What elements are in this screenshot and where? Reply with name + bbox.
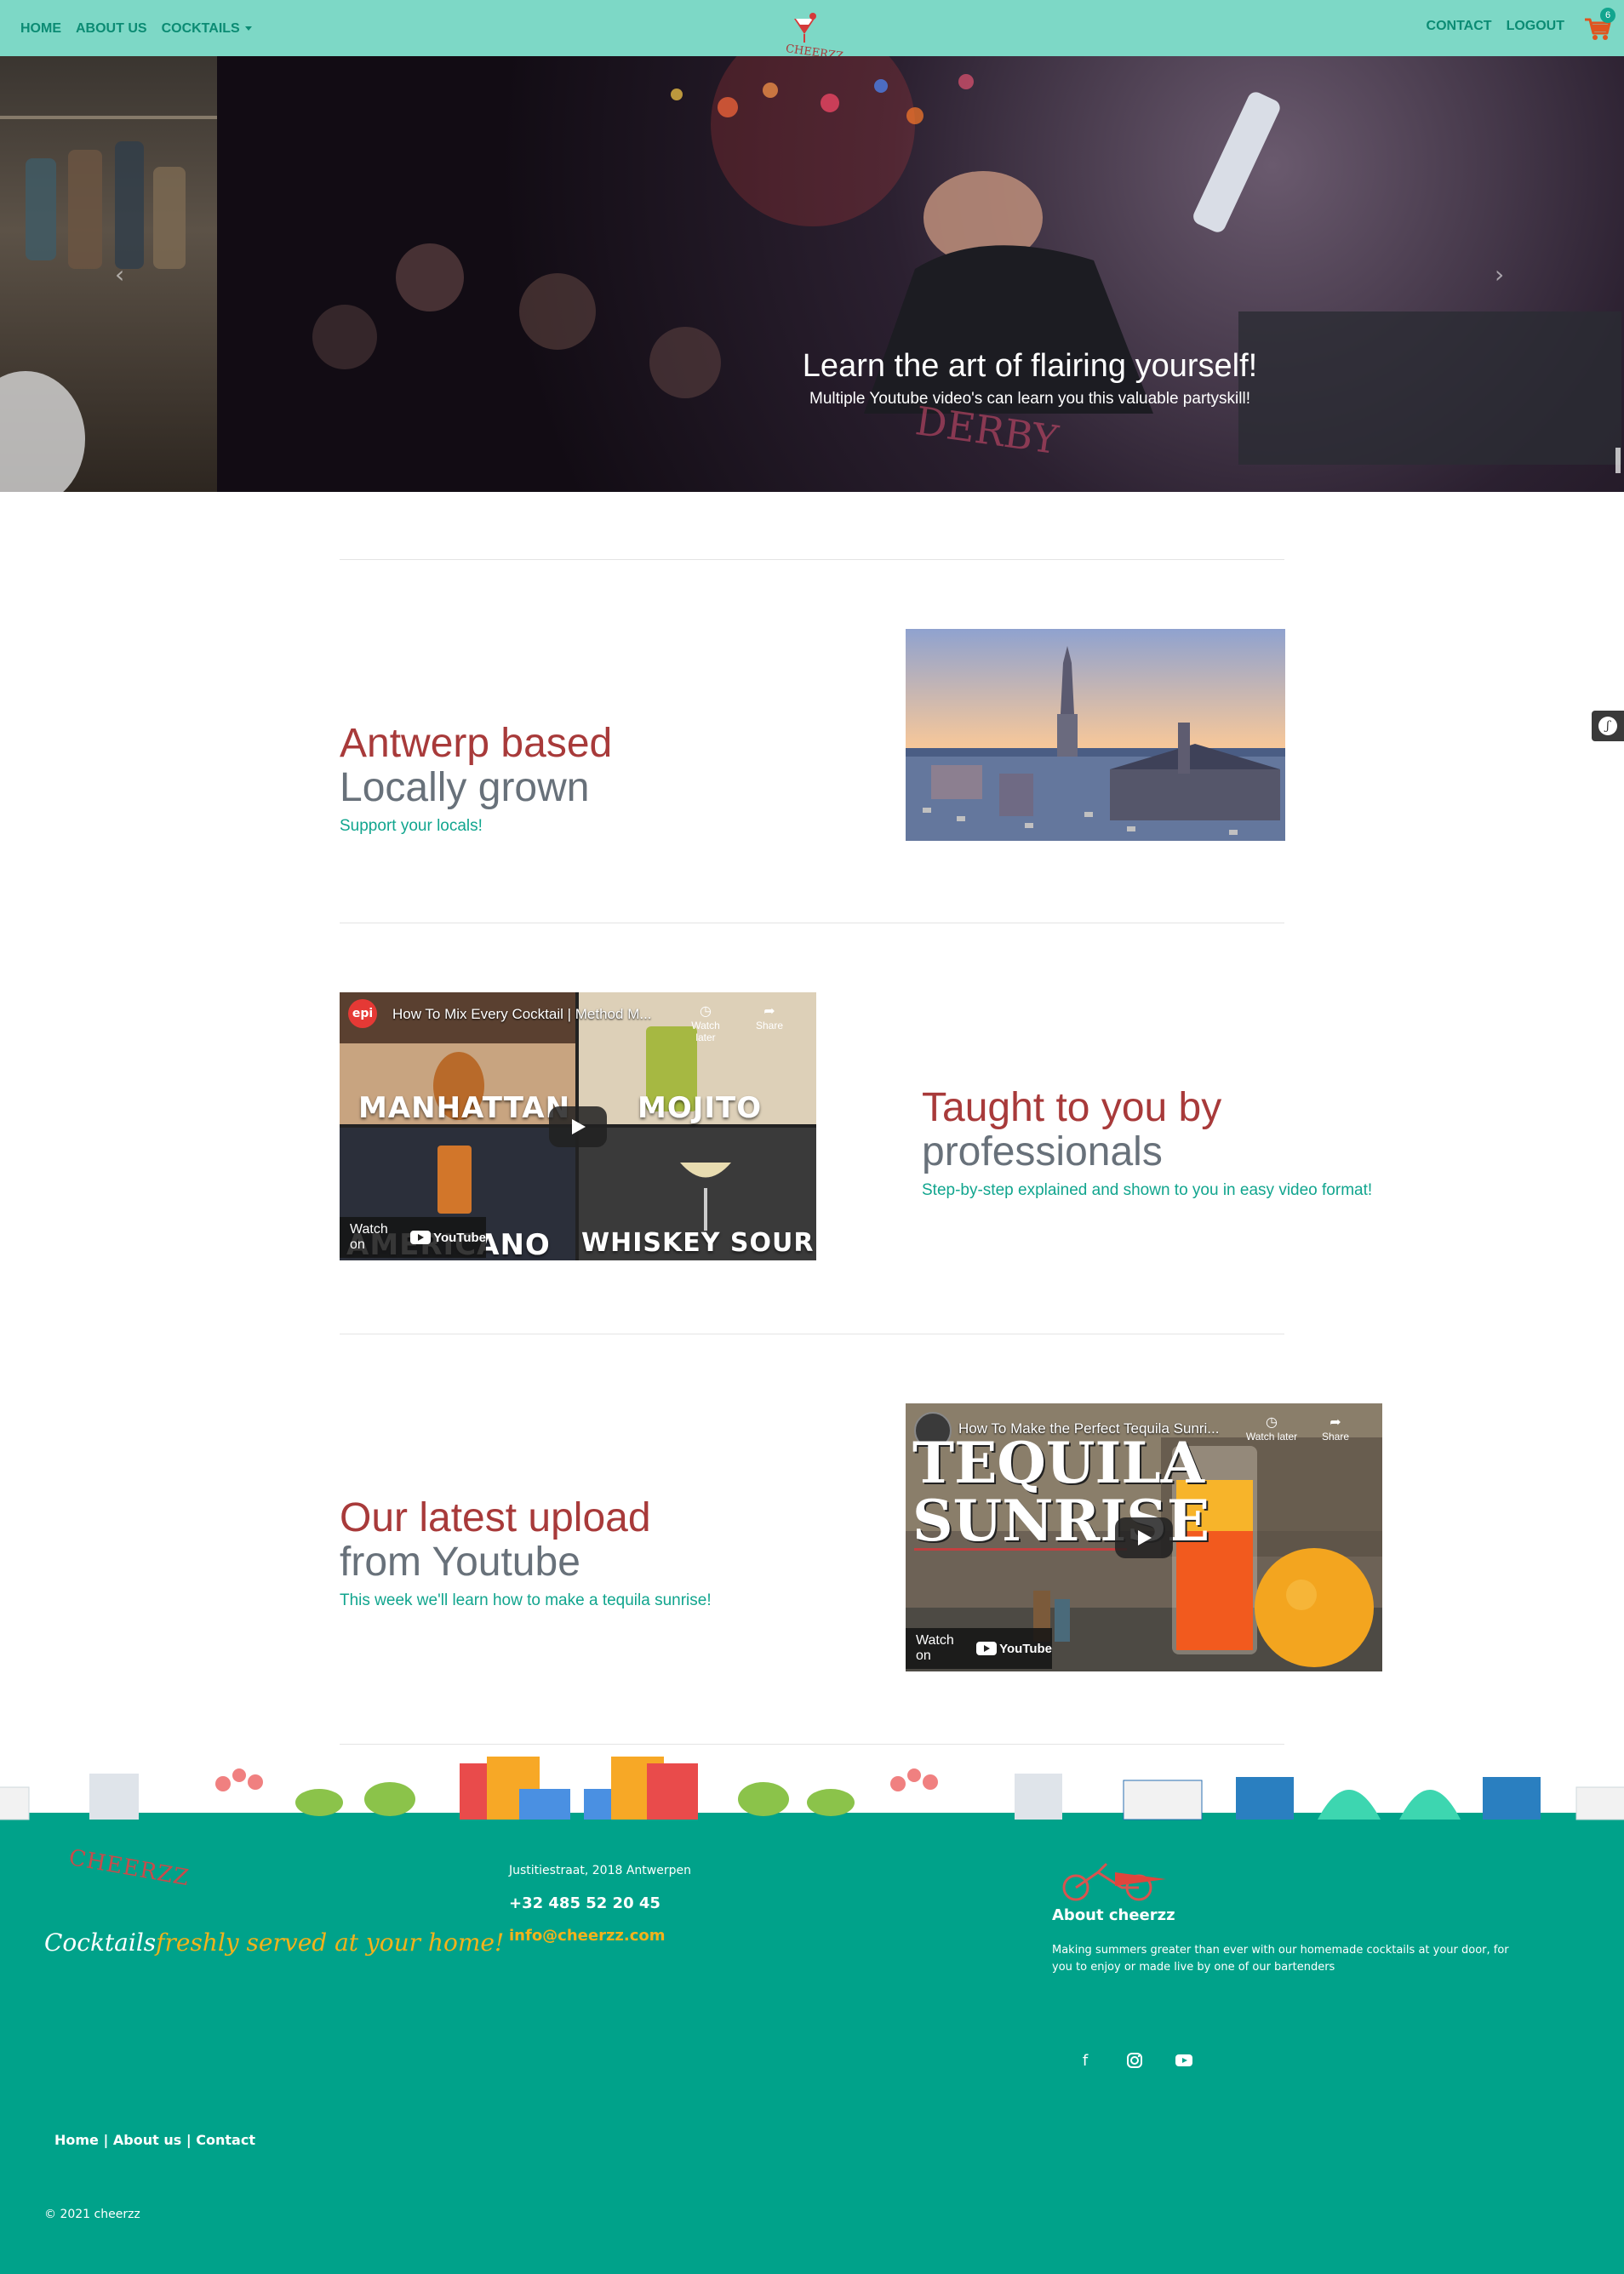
latest-upload-subtitle: from Youtube [340,1540,580,1585]
separator: | [186,2132,197,2148]
share-label: Share [1321,1431,1350,1443]
hero-title: Learn the art of flairing yourself! [802,348,1258,384]
hero-carousel: DERBY ‹ › Learn the art of flairing your… [0,56,1624,492]
about-title: About cheerzz [1052,1906,1175,1924]
footer-link-about-us[interactable]: About us [113,2132,181,2148]
hero-caption: Learn the art of flairing yourself! Mult… [766,346,1294,409]
carousel-next-button[interactable]: › [1495,260,1512,289]
nav-right: CONTACT LOGOUT [1427,19,1564,34]
facebook-icon[interactable]: f [1076,2051,1095,2070]
youtube-icon[interactable] [1175,2051,1193,2070]
clock-icon: ◷ [1266,1415,1278,1430]
footer-links: Home | About us | Contact [54,2132,255,2148]
footer-link-contact[interactable]: Contact [196,2132,255,2148]
cocktail-video-embed[interactable]: MANHATTAN MOJITO AMERICANO WHISKEY SOUR … [340,992,816,1260]
latest-upload-tagline: This week we'll learn how to make a tequ… [340,1591,712,1609]
clock-icon: ◷ [700,1004,712,1019]
watch-on-youtube-button[interactable]: Watch on YouTube [340,1217,486,1258]
nav-cocktails-label: COCKTAILS [161,21,240,36]
instagram-icon[interactable] [1125,2051,1144,2070]
footer-link-home[interactable]: Home [54,2132,99,2148]
nav-contact[interactable]: CONTACT [1427,19,1492,34]
brand-logo[interactable]: CHEERZZ [779,9,847,56]
bicycle-icon [1062,1862,1166,1901]
tequila-sunrise-video-embed[interactable]: How To Make the Perfect Tequila Sunri...… [906,1403,1382,1671]
watch-on-youtube-button[interactable]: Watch on YouTube [906,1628,1052,1669]
nav-logout[interactable]: LOGOUT [1507,19,1564,34]
professionals-title: Taught to you by [922,1085,1222,1130]
social-links: f [1076,2051,1193,2070]
svg-text:CHEERZZ: CHEERZZ [785,43,844,56]
cityscape-illustration [0,1751,1624,1837]
share-button[interactable]: ➦ Share [748,1003,791,1031]
chevron-right-icon: › [1495,260,1505,289]
nav-about-us[interactable]: ABOUT US [76,21,147,37]
watch-later-label: Watch later [1245,1431,1298,1443]
video-title[interactable]: How To Mix Every Cocktail | Method M... [392,1006,652,1023]
divider [340,1744,1284,1745]
antwerp-tagline: Support your locals! [340,817,483,835]
channel-avatar[interactable]: epi [348,999,377,1028]
antwerp-section-text: Antwerp based Locally grown Support your… [340,722,612,836]
antwerp-title: Antwerp based [340,721,613,766]
cart-button[interactable]: 6 [1583,8,1615,42]
tile-label: MANHATTAN [358,1091,571,1125]
professionals-tagline: Step-by-step explained and shown to you … [922,1181,1373,1199]
share-label: Share [755,1020,784,1031]
watch-later-button[interactable]: ◷ Watch later [1239,1414,1304,1443]
latest-upload-section-text: Our latest upload from Youtube This week… [340,1496,712,1610]
footer-phone: +32 485 52 20 45 [509,1894,660,1912]
professionals-subtitle: professionals [922,1129,1163,1174]
side-widget-button[interactable]: ʃ [1592,711,1624,741]
footer-tagline: Cocktailsfreshly served at your home! [44,1928,505,1957]
latest-upload-title: Our latest upload [340,1495,651,1540]
divider [340,559,1284,560]
hero-subtitle: Multiple Youtube video's can learn you t… [809,390,1250,408]
footer-logo[interactable]: CHEERZZ [66,1845,191,1891]
cocktail-logo-icon: CHEERZZ [785,13,844,56]
footer-address: Justitiestraat, 2018 Antwerpen [509,1864,691,1877]
youtube-logo: YouTube [410,1231,486,1245]
watch-later-button[interactable]: ◷ Watch later [680,1003,731,1043]
carousel-indicator[interactable] [1615,448,1621,473]
play-icon[interactable] [549,1106,607,1147]
professionals-section-text: Taught to you by professionals Step-by-s… [922,1086,1372,1200]
watch-later-label: Watch later [691,1020,720,1043]
footer-email-link[interactable]: info@cheerzz.com [509,1927,666,1945]
watch-on-label: Watch on [350,1222,388,1252]
caret-down-icon [244,26,252,31]
share-icon: ➦ [763,1004,775,1019]
antwerp-subtitle: Locally grown [340,765,590,810]
tile-label: MOJITO [638,1091,763,1125]
hero-active-slide-image: DERBY [217,56,1624,492]
copyright: © 2021 cheerzz [44,2208,140,2221]
nav-cocktails-dropdown[interactable]: COCKTAILS [162,21,252,37]
separator: | [103,2132,113,2148]
youtube-logo: YouTube [976,1642,1052,1656]
navbar: HOME ABOUT US COCKTAILS CHEERZZ CONTACT … [0,0,1624,56]
widget-icon: ʃ [1598,717,1617,735]
watch-on-label: Watch on [916,1633,954,1663]
chevron-left-icon: ‹ [115,260,125,289]
antwerp-skyline-image [906,629,1285,841]
footer: CHEERZZ Cocktailsfreshly served at your … [0,1837,1624,2274]
share-icon: ➦ [1330,1415,1341,1430]
play-icon[interactable] [1115,1517,1173,1558]
about-text: Making summers greater than ever with ou… [1052,1944,1509,1974]
nav-left: HOME ABOUT US COCKTAILS [20,21,252,37]
share-button[interactable]: ➦ Share [1314,1414,1357,1443]
carousel-prev-button[interactable]: ‹ [115,260,132,289]
tile-label: WHISKEY SOUR [581,1228,815,1258]
hero-previous-slide-image [0,56,217,492]
cart-count-badge: 6 [1600,8,1615,23]
nav-home[interactable]: HOME [20,21,61,37]
